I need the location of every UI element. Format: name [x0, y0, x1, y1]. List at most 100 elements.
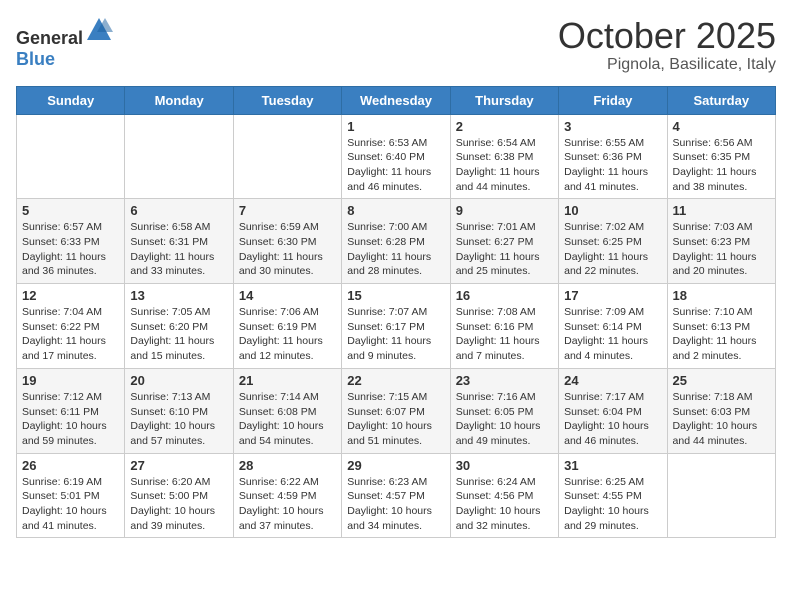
- day-number: 26: [22, 458, 119, 473]
- day-info: Sunrise: 6:54 AMSunset: 6:38 PMDaylight:…: [456, 136, 553, 195]
- day-number: 16: [456, 288, 553, 303]
- day-info: Sunrise: 6:53 AMSunset: 6:40 PMDaylight:…: [347, 136, 444, 195]
- day-info: Sunrise: 6:57 AMSunset: 6:33 PMDaylight:…: [22, 220, 119, 279]
- day-info: Sunrise: 7:17 AMSunset: 6:04 PMDaylight:…: [564, 390, 661, 449]
- week-row-3: 12Sunrise: 7:04 AMSunset: 6:22 PMDayligh…: [17, 284, 776, 369]
- weekday-header-friday: Friday: [559, 86, 667, 114]
- day-info: Sunrise: 7:15 AMSunset: 6:07 PMDaylight:…: [347, 390, 444, 449]
- calendar-cell: 3 Sunrise: 6:55 AMSunset: 6:36 PMDaylight…: [559, 114, 667, 199]
- day-info: Sunrise: 7:13 AMSunset: 6:10 PMDaylight:…: [130, 390, 227, 449]
- week-row-1: 1 Sunrise: 6:53 AMSunset: 6:40 PMDaylight…: [17, 114, 776, 199]
- logo-icon: [85, 16, 113, 44]
- day-info: Sunrise: 6:25 AMSunset: 4:55 PMDaylight:…: [564, 475, 661, 534]
- logo-blue-text: Blue: [16, 49, 55, 69]
- day-number: 27: [130, 458, 227, 473]
- calendar-cell: 9 Sunrise: 7:01 AMSunset: 6:27 PMDaylight…: [450, 199, 558, 284]
- day-info: Sunrise: 7:16 AMSunset: 6:05 PMDaylight:…: [456, 390, 553, 449]
- calendar-cell: 26 Sunrise: 6:19 AMSunset: 5:01 PMDayligh…: [17, 453, 125, 538]
- day-number: 11: [673, 203, 770, 218]
- calendar-cell: [667, 453, 775, 538]
- day-number: 10: [564, 203, 661, 218]
- calendar-cell: 30Sunrise: 6:24 AMSunset: 4:56 PMDayligh…: [450, 453, 558, 538]
- day-number: 19: [22, 373, 119, 388]
- week-row-5: 26 Sunrise: 6:19 AMSunset: 5:01 PMDayligh…: [17, 453, 776, 538]
- day-number: 13: [130, 288, 227, 303]
- day-info: Sunrise: 7:18 AMSunset: 6:03 PMDaylight:…: [673, 390, 770, 449]
- day-number: 2: [456, 119, 553, 134]
- calendar-cell: 2 Sunrise: 6:54 AMSunset: 6:38 PMDaylight…: [450, 114, 558, 199]
- day-info: Sunrise: 7:10 AMSunset: 6:13 PMDaylight:…: [673, 305, 770, 364]
- calendar-table: SundayMondayTuesdayWednesdayThursdayFrid…: [16, 86, 776, 539]
- calendar-cell: 27 Sunrise: 6:20 AMSunset: 5:00 PMDayligh…: [125, 453, 233, 538]
- week-row-4: 19 Sunrise: 7:12 AMSunset: 6:11 PMDayligh…: [17, 368, 776, 453]
- day-info: Sunrise: 6:59 AMSunset: 6:30 PMDaylight:…: [239, 220, 336, 279]
- day-info: Sunrise: 7:03 AMSunset: 6:23 PMDaylight:…: [673, 220, 770, 279]
- weekday-header-monday: Monday: [125, 86, 233, 114]
- day-number: 20: [130, 373, 227, 388]
- calendar-cell: 21Sunrise: 7:14 AMSunset: 6:08 PMDayligh…: [233, 368, 341, 453]
- day-number: 14: [239, 288, 336, 303]
- calendar-cell: 6 Sunrise: 6:58 AMSunset: 6:31 PMDaylight…: [125, 199, 233, 284]
- calendar-cell: 7 Sunrise: 6:59 AMSunset: 6:30 PMDaylight…: [233, 199, 341, 284]
- day-number: 4: [673, 119, 770, 134]
- day-info: Sunrise: 7:01 AMSunset: 6:27 PMDaylight:…: [456, 220, 553, 279]
- calendar-cell: 5 Sunrise: 6:57 AMSunset: 6:33 PMDaylight…: [17, 199, 125, 284]
- day-info: Sunrise: 7:09 AMSunset: 6:14 PMDaylight:…: [564, 305, 661, 364]
- calendar-cell: 15 Sunrise: 7:07 AMSunset: 6:17 PMDayligh…: [342, 284, 450, 369]
- day-number: 25: [673, 373, 770, 388]
- day-number: 3: [564, 119, 661, 134]
- day-number: 24: [564, 373, 661, 388]
- day-info: Sunrise: 7:08 AMSunset: 6:16 PMDaylight:…: [456, 305, 553, 364]
- day-info: Sunrise: 6:23 AMSunset: 4:57 PMDaylight:…: [347, 475, 444, 534]
- page-header: General Blue October 2025 Pignola, Basil…: [16, 16, 776, 74]
- calendar-cell: 29 Sunrise: 6:23 AMSunset: 4:57 PMDayligh…: [342, 453, 450, 538]
- day-number: 12: [22, 288, 119, 303]
- calendar-cell: 1 Sunrise: 6:53 AMSunset: 6:40 PMDaylight…: [342, 114, 450, 199]
- calendar-cell: 20 Sunrise: 7:13 AMSunset: 6:10 PMDayligh…: [125, 368, 233, 453]
- weekday-header-saturday: Saturday: [667, 86, 775, 114]
- calendar-cell: 23 Sunrise: 7:16 AMSunset: 6:05 PMDayligh…: [450, 368, 558, 453]
- day-number: 28: [239, 458, 336, 473]
- day-info: Sunrise: 7:05 AMSunset: 6:20 PMDaylight:…: [130, 305, 227, 364]
- calendar-cell: 4Sunrise: 6:56 AMSunset: 6:35 PMDaylight…: [667, 114, 775, 199]
- calendar-cell: 16 Sunrise: 7:08 AMSunset: 6:16 PMDayligh…: [450, 284, 558, 369]
- month-title: October 2025: [558, 16, 776, 56]
- logo: General Blue: [16, 16, 113, 70]
- calendar-cell: 14 Sunrise: 7:06 AMSunset: 6:19 PMDayligh…: [233, 284, 341, 369]
- day-number: 8: [347, 203, 444, 218]
- calendar-cell: 18Sunrise: 7:10 AMSunset: 6:13 PMDayligh…: [667, 284, 775, 369]
- day-number: 23: [456, 373, 553, 388]
- calendar-cell: 22 Sunrise: 7:15 AMSunset: 6:07 PMDayligh…: [342, 368, 450, 453]
- day-number: 17: [564, 288, 661, 303]
- day-number: 31: [564, 458, 661, 473]
- day-number: 9: [456, 203, 553, 218]
- day-info: Sunrise: 7:12 AMSunset: 6:11 PMDaylight:…: [22, 390, 119, 449]
- day-number: 1: [347, 119, 444, 134]
- day-number: 30: [456, 458, 553, 473]
- weekday-header-row: SundayMondayTuesdayWednesdayThursdayFrid…: [17, 86, 776, 114]
- day-info: Sunrise: 7:02 AMSunset: 6:25 PMDaylight:…: [564, 220, 661, 279]
- calendar-body: 1 Sunrise: 6:53 AMSunset: 6:40 PMDaylight…: [17, 114, 776, 538]
- day-number: 22: [347, 373, 444, 388]
- location-title: Pignola, Basilicate, Italy: [558, 56, 776, 74]
- day-info: Sunrise: 6:55 AMSunset: 6:36 PMDaylight:…: [564, 136, 661, 195]
- day-info: Sunrise: 6:20 AMSunset: 5:00 PMDaylight:…: [130, 475, 227, 534]
- day-number: 6: [130, 203, 227, 218]
- day-info: Sunrise: 6:19 AMSunset: 5:01 PMDaylight:…: [22, 475, 119, 534]
- calendar-cell: 19 Sunrise: 7:12 AMSunset: 6:11 PMDayligh…: [17, 368, 125, 453]
- day-info: Sunrise: 7:07 AMSunset: 6:17 PMDaylight:…: [347, 305, 444, 364]
- day-number: 5: [22, 203, 119, 218]
- day-info: Sunrise: 7:06 AMSunset: 6:19 PMDaylight:…: [239, 305, 336, 364]
- logo-general-text: General: [16, 28, 83, 48]
- weekday-header-wednesday: Wednesday: [342, 86, 450, 114]
- calendar-cell: [125, 114, 233, 199]
- calendar-cell: 13 Sunrise: 7:05 AMSunset: 6:20 PMDayligh…: [125, 284, 233, 369]
- calendar-cell: 31 Sunrise: 6:25 AMSunset: 4:55 PMDayligh…: [559, 453, 667, 538]
- day-number: 7: [239, 203, 336, 218]
- day-number: 29: [347, 458, 444, 473]
- calendar-cell: 25 Sunrise: 7:18 AMSunset: 6:03 PMDayligh…: [667, 368, 775, 453]
- weekday-header-thursday: Thursday: [450, 86, 558, 114]
- day-info: Sunrise: 6:58 AMSunset: 6:31 PMDaylight:…: [130, 220, 227, 279]
- day-number: 15: [347, 288, 444, 303]
- calendar-cell: 12Sunrise: 7:04 AMSunset: 6:22 PMDayligh…: [17, 284, 125, 369]
